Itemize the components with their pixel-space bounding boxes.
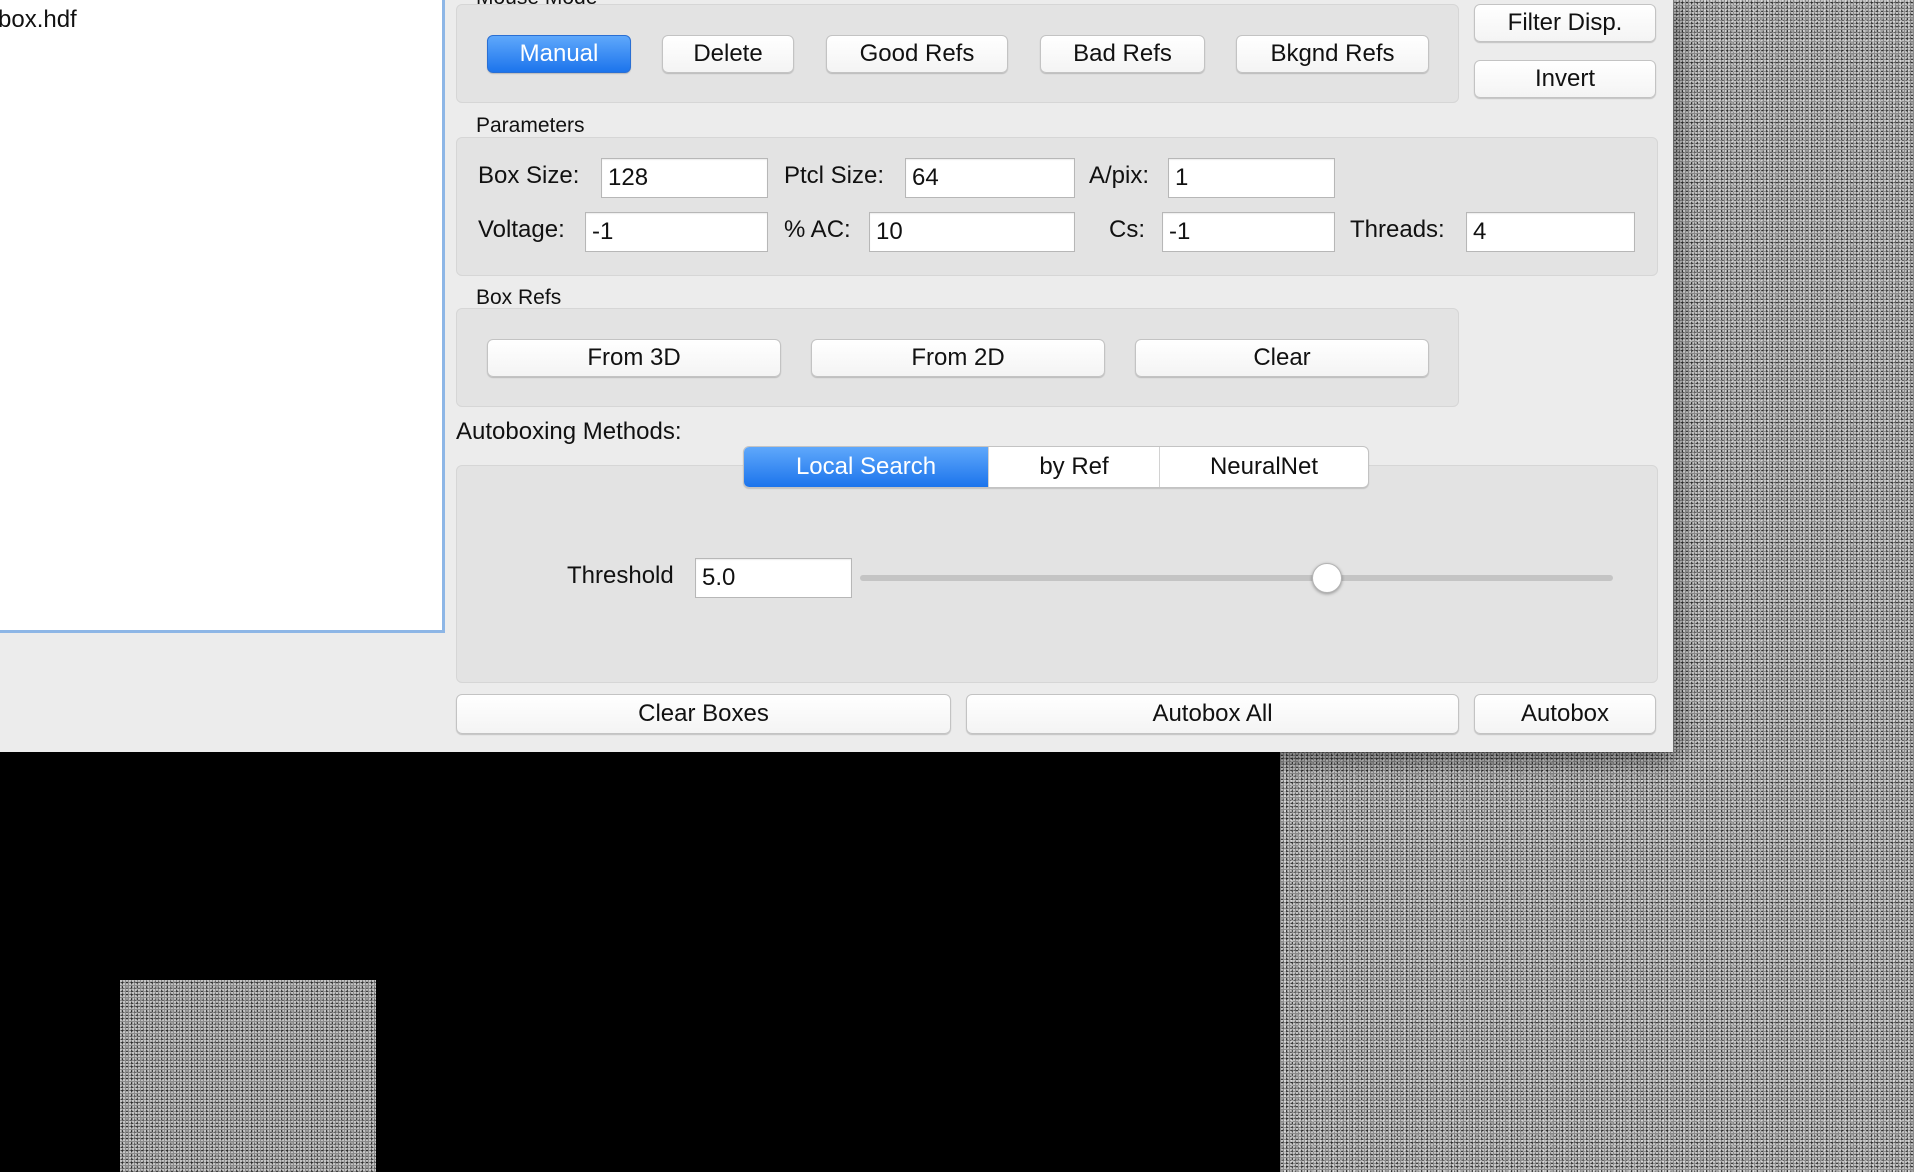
good-refs-mode-button[interactable]: Good Refs [826, 35, 1008, 73]
tab-local-search[interactable]: Local Search [744, 447, 989, 487]
box-refs-title: Box Refs [476, 286, 562, 309]
bkgnd-refs-mode-button[interactable]: Bkgnd Refs [1236, 35, 1429, 73]
box-size-label: Box Size: [478, 162, 580, 189]
threshold-field[interactable] [695, 558, 852, 598]
ptcl-size-label: Ptcl Size: [784, 162, 885, 189]
threshold-label: Threshold [567, 562, 674, 589]
autobox-all-button[interactable]: Autobox All [966, 694, 1459, 734]
file-list[interactable]: box.hdf [0, 0, 445, 633]
voltage-label: Voltage: [478, 216, 565, 243]
invert-button[interactable]: Invert [1474, 60, 1656, 98]
threads-field[interactable] [1466, 212, 1635, 252]
filter-display-button[interactable]: Filter Disp. [1474, 4, 1656, 42]
clear-refs-button[interactable]: Clear [1135, 339, 1429, 377]
bad-refs-mode-button[interactable]: Bad Refs [1040, 35, 1205, 73]
ptcl-size-field[interactable] [905, 158, 1075, 198]
threads-label: Threads: [1350, 216, 1445, 243]
particle-image-patch [120, 980, 376, 1172]
threshold-slider-handle[interactable] [1311, 563, 1342, 593]
mouse-mode-title: Mouse Mode [476, 0, 597, 10]
manual-mode-button[interactable]: Manual [487, 35, 631, 73]
box-size-field[interactable] [601, 158, 768, 198]
parameters-title: Parameters [476, 114, 585, 137]
threshold-slider-track[interactable] [860, 575, 1613, 581]
apix-label: A/pix: [1089, 162, 1150, 189]
cs-label: Cs: [1109, 216, 1145, 243]
boxer-control-window: box.hdf Mouse Mode Manual Delete Good Re… [0, 0, 1673, 752]
ac-field[interactable] [869, 212, 1075, 252]
voltage-field[interactable] [585, 212, 768, 252]
tab-neuralnet[interactable]: NeuralNet [1160, 447, 1368, 487]
file-list-item[interactable]: box.hdf [0, 6, 77, 34]
ac-label: % AC: [784, 216, 851, 243]
tab-by-ref[interactable]: by Ref [989, 447, 1160, 487]
autoboxing-methods-label: Autoboxing Methods: [456, 418, 682, 445]
delete-mode-button[interactable]: Delete [662, 35, 794, 73]
from-2d-button[interactable]: From 2D [811, 339, 1105, 377]
autoboxing-method-tabs: Local Search by Ref NeuralNet [743, 446, 1369, 488]
autobox-button[interactable]: Autobox [1474, 694, 1656, 734]
clear-boxes-button[interactable]: Clear Boxes [456, 694, 951, 734]
cs-field[interactable] [1162, 212, 1335, 252]
apix-field[interactable] [1168, 158, 1335, 198]
from-3d-button[interactable]: From 3D [487, 339, 781, 377]
